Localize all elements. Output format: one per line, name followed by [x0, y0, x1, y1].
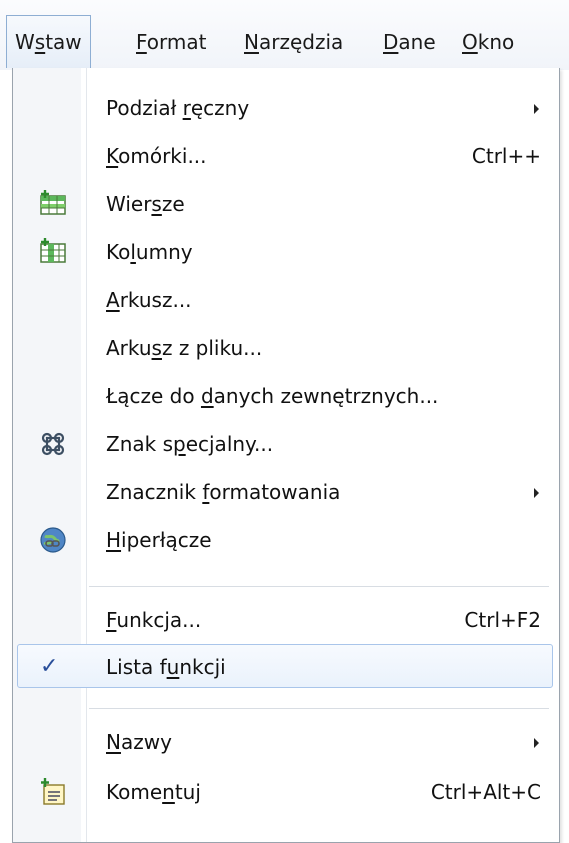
comment-icon	[41, 778, 65, 805]
menu-item-label: Kolumny	[106, 240, 193, 264]
menu-label: arzędzia	[258, 30, 344, 54]
menu-label: ormat	[146, 30, 207, 54]
hyperlink-icon	[40, 527, 66, 553]
menu-item-sheet-from-file[interactable]: Arkusz z pliku...	[17, 324, 553, 372]
menu-item-shortcut: Ctrl+F2	[464, 608, 541, 632]
menu-accelerator: N	[244, 30, 259, 54]
menu-accelerator: O	[462, 30, 478, 54]
insert-columns-icon	[40, 238, 66, 263]
menu-item-comment[interactable]: Komentuj Ctrl+Alt+C	[17, 768, 553, 816]
menu-label: W	[15, 30, 35, 54]
menu-narzedzia[interactable]: Narzędzia	[236, 16, 351, 68]
submenu-arrow-icon	[534, 104, 539, 114]
menu-item-rows[interactable]: Wiersze	[17, 180, 553, 228]
menu-label: kno	[477, 30, 515, 54]
menu-item-label: Funkcja...	[106, 608, 202, 632]
menu-separator	[89, 708, 549, 709]
menu-label: taw	[45, 30, 82, 54]
menu-item-label: Wiersze	[106, 192, 185, 216]
menu-wstaw[interactable]: Wstaw	[6, 15, 91, 68]
menu-item-label: Komórki...	[106, 144, 207, 168]
menu-item-label: Znacznik formatowania	[106, 480, 341, 504]
menu-item-manual-break[interactable]: Podział ręczny	[17, 84, 553, 132]
menu-item-hyperlink[interactable]: Hiperłącze	[17, 516, 553, 564]
menu-item-sheet[interactable]: Arkusz...	[17, 276, 553, 324]
menu-item-label: Łącze do danych zewnętrznych...	[106, 384, 439, 408]
menu-item-shortcut: Ctrl++	[471, 144, 541, 168]
menu-item-label: Nazwy	[106, 730, 172, 754]
menubar: Wstaw Format Narzędzia Dane Okno	[0, 0, 569, 70]
menu-format[interactable]: Format	[128, 16, 214, 68]
menu-accelerator: D	[383, 30, 399, 54]
menu-item-special-character[interactable]: Znak specjalny...	[17, 420, 553, 468]
submenu-arrow-icon	[534, 488, 539, 498]
menu-item-formatting-mark[interactable]: Znacznik formatowania	[17, 468, 553, 516]
menu-item-columns[interactable]: Kolumny	[17, 228, 553, 276]
menu-accelerator: F	[136, 30, 147, 54]
menu-item-names[interactable]: Nazwy	[17, 718, 553, 766]
menu-item-label: Lista funkcji	[106, 655, 226, 679]
menu-item-label: Arkusz...	[106, 288, 192, 312]
menu-item-label: Hiperłącze	[106, 528, 212, 552]
menu-item-function[interactable]: Funkcja... Ctrl+F2	[17, 596, 553, 644]
menu-separator	[89, 586, 549, 587]
menu-item-link-external-data[interactable]: Łącze do danych zewnętrznych...	[17, 372, 553, 420]
menu-item-cells[interactable]: Komórki... Ctrl++	[17, 132, 553, 180]
insert-rows-icon	[40, 190, 66, 215]
menu-dane[interactable]: Dane	[375, 16, 444, 68]
menu-item-label: Znak specjalny...	[106, 432, 274, 456]
menu-item-label: Podział ręczny	[106, 96, 250, 120]
submenu-arrow-icon	[534, 738, 539, 748]
menu-label: ane	[398, 30, 436, 54]
menu-item-shortcut: Ctrl+Alt+C	[430, 780, 541, 804]
menu-okno[interactable]: Okno	[454, 16, 522, 68]
special-character-icon	[41, 432, 65, 456]
checkmark-icon: ✓	[40, 654, 59, 679]
menu-item-function-list[interactable]: ✓ Lista funkcji	[17, 644, 553, 688]
menu-item-label: Komentuj	[106, 780, 201, 804]
menu-item-label: Arkusz z pliku...	[106, 336, 263, 360]
menu-accelerator: s	[34, 30, 46, 54]
insert-menu-dropdown: Podział ręczny Komórki... Ctrl++ Wiersze	[12, 68, 560, 843]
